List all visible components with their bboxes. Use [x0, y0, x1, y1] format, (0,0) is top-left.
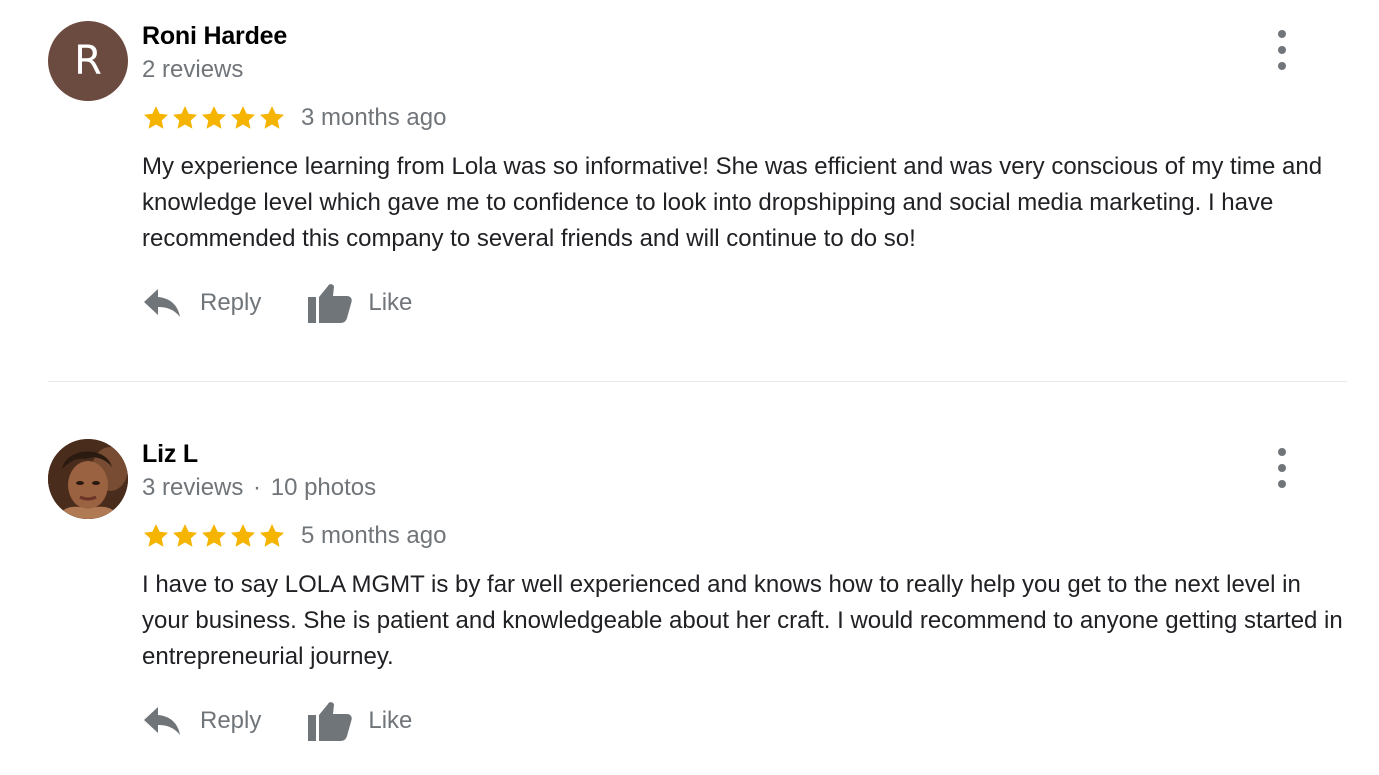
- star-icon: [171, 522, 199, 550]
- star-icon: [142, 522, 170, 550]
- reply-icon: [142, 703, 182, 739]
- star-icon: [229, 104, 257, 132]
- review-count: 3 reviews: [142, 474, 244, 501]
- more-options-button[interactable]: [1266, 30, 1298, 70]
- like-button[interactable]: Like: [307, 282, 412, 324]
- rating-row: 5 months ago: [142, 520, 446, 552]
- thumbs-up-icon: [307, 700, 353, 742]
- star-icon: [200, 104, 228, 132]
- reviewer-name[interactable]: Roni Hardee: [142, 22, 287, 51]
- star-icon: [258, 522, 286, 550]
- reviewer-name[interactable]: Liz L: [142, 440, 198, 469]
- more-vert-icon-dot: [1278, 62, 1286, 70]
- review-count: 2 reviews: [142, 56, 244, 83]
- rating-row: 3 months ago: [142, 102, 446, 134]
- avatar-letter: R: [74, 38, 102, 84]
- reply-button[interactable]: Reply: [142, 703, 261, 739]
- more-vert-icon: [1278, 448, 1286, 456]
- reply-icon: [142, 285, 182, 321]
- like-label: Like: [368, 707, 413, 734]
- more-options-button[interactable]: [1266, 448, 1298, 488]
- profile-photo-icon: [48, 439, 128, 519]
- reply-label: Reply: [200, 707, 262, 734]
- star-rating: [142, 104, 286, 132]
- review-actions: Reply Like: [142, 696, 412, 746]
- thumbs-up-icon: [307, 282, 353, 324]
- like-label: Like: [368, 289, 413, 316]
- review-actions: Reply Like: [142, 278, 412, 328]
- star-icon: [258, 104, 286, 132]
- more-vert-icon-dot: [1278, 46, 1286, 54]
- avatar[interactable]: R: [48, 21, 128, 101]
- star-icon: [142, 104, 170, 132]
- reviewer-meta: 2 reviews: [142, 56, 243, 84]
- review-text: I have to say LOLA MGMT is by far well e…: [142, 571, 1343, 670]
- divider: [48, 381, 1347, 382]
- meta-separator: ·: [253, 474, 262, 501]
- review-time: 5 months ago: [301, 522, 447, 549]
- photo-count: 10 photos: [270, 474, 377, 501]
- more-vert-icon-dot: [1278, 480, 1286, 488]
- like-button[interactable]: Like: [307, 700, 412, 742]
- star-rating: [142, 522, 286, 550]
- reply-label: Reply: [200, 289, 262, 316]
- reviewer-meta: 3 reviews · 10 photos: [142, 474, 376, 502]
- star-icon: [229, 522, 257, 550]
- review-time: 3 months ago: [301, 104, 447, 131]
- more-vert-icon-dot: [1278, 464, 1286, 472]
- review-text: My experience learning from Lola was so …: [142, 153, 1323, 252]
- reply-button[interactable]: Reply: [142, 285, 261, 321]
- avatar[interactable]: [48, 439, 128, 519]
- star-icon: [171, 104, 199, 132]
- star-icon: [200, 522, 228, 550]
- more-vert-icon: [1278, 30, 1286, 38]
